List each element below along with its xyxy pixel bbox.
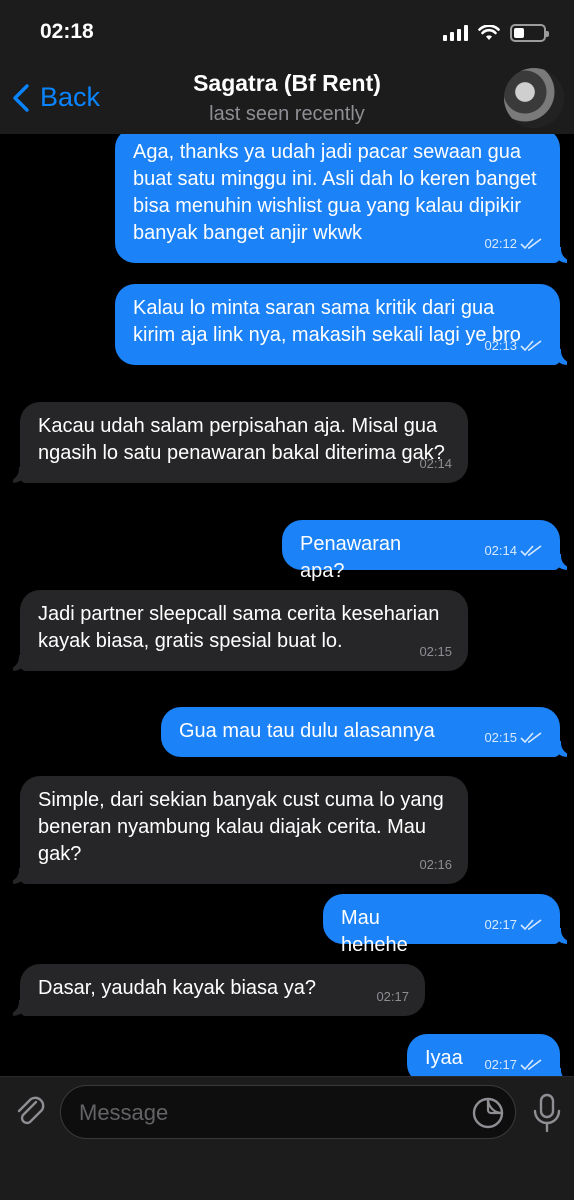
composer-bar: Message bbox=[0, 1076, 574, 1200]
message-text: Kacau udah salam perpisahan aja. Misal g… bbox=[38, 415, 445, 464]
message-text: Jadi partner sleepcall sama cerita keseh… bbox=[38, 603, 440, 652]
wifi-icon bbox=[478, 25, 500, 40]
microphone-icon[interactable] bbox=[532, 1093, 562, 1133]
message-meta: 02:17 bbox=[484, 911, 542, 938]
message-time: 02:17 bbox=[484, 917, 517, 932]
bubble-tail bbox=[7, 651, 27, 671]
message-text: Kalau lo minta saran sama kritik dari gu… bbox=[133, 297, 521, 346]
avatar[interactable] bbox=[504, 68, 564, 128]
bubble-tail bbox=[553, 345, 573, 365]
bubble-tail bbox=[553, 737, 573, 757]
message-bubble-outgoing[interactable]: Mau hehehe 02:17 bbox=[323, 894, 573, 956]
message-time: 02:12 bbox=[484, 236, 517, 251]
message-time: 02:14 bbox=[484, 543, 517, 558]
message-bubble-outgoing[interactable]: Gua mau tau dulu alasannya 02:15 bbox=[161, 707, 573, 757]
message-text: Aga, thanks ya udah jadi pacar sewaan gu… bbox=[133, 141, 537, 244]
message-time: 02:14 bbox=[419, 456, 452, 471]
message-time: 02:13 bbox=[484, 338, 517, 353]
chat-header: Back Sagatra (Bf Rent) last seen recentl… bbox=[0, 62, 574, 134]
chat-title[interactable]: Sagatra (Bf Rent) bbox=[0, 70, 574, 97]
message-meta: 02:14 bbox=[419, 450, 452, 477]
message-meta: 02:16 bbox=[419, 851, 452, 878]
message-text: Dasar, yaudah kayak biasa ya? bbox=[38, 977, 316, 999]
message-meta: 02:15 bbox=[419, 638, 452, 665]
message-bubble-incoming[interactable]: Kacau udah salam perpisahan aja. Misal g… bbox=[7, 402, 468, 483]
message-time: 02:15 bbox=[484, 730, 517, 745]
message-bubble-incoming[interactable]: Simple, dari sekian banyak cust cuma lo … bbox=[7, 776, 468, 884]
message-input[interactable]: Message bbox=[60, 1085, 516, 1139]
message-meta: 02:17 bbox=[484, 1051, 542, 1076]
message-bubble-outgoing[interactable]: Iyaa 02:17 bbox=[407, 1034, 573, 1076]
message-bubble-outgoing[interactable]: Penawaran apa? 02:14 bbox=[282, 520, 573, 582]
message-meta: 02:14 bbox=[484, 537, 542, 564]
paperclip-icon[interactable] bbox=[12, 1093, 50, 1131]
bubble-tail bbox=[553, 1064, 573, 1076]
read-checkmarks-icon bbox=[520, 544, 542, 556]
message-meta: 02:17 bbox=[376, 983, 409, 1010]
bubble-tail bbox=[553, 550, 573, 570]
bubble-tail bbox=[7, 864, 27, 884]
read-checkmarks-icon bbox=[520, 237, 542, 249]
status-bar: 02:18 bbox=[0, 0, 574, 62]
read-checkmarks-icon bbox=[520, 339, 542, 351]
bubble-tail bbox=[7, 996, 27, 1016]
sticker-icon[interactable] bbox=[471, 1096, 505, 1130]
cellular-signal-icon bbox=[443, 25, 468, 41]
message-meta: 02:13 bbox=[484, 332, 542, 359]
message-time: 02:17 bbox=[484, 1057, 517, 1072]
read-checkmarks-icon bbox=[520, 918, 542, 930]
message-text: Gua mau tau dulu alasannya bbox=[179, 720, 435, 742]
message-text: Penawaran apa? bbox=[300, 533, 402, 582]
message-list[interactable]: Aga, thanks ya udah jadi pacar sewaan gu… bbox=[0, 134, 574, 1076]
bubble-tail bbox=[553, 243, 573, 263]
status-icons bbox=[443, 22, 549, 44]
message-bubble-incoming[interactable]: Dasar, yaudah kayak biasa ya? 02:17 bbox=[7, 964, 425, 1016]
status-time: 02:18 bbox=[40, 20, 94, 43]
message-time: 02:16 bbox=[419, 857, 452, 872]
message-text: Simple, dari sekian banyak cust cuma lo … bbox=[38, 789, 444, 865]
read-checkmarks-icon bbox=[520, 731, 542, 743]
message-bubble-incoming[interactable]: Jadi partner sleepcall sama cerita keseh… bbox=[7, 590, 468, 671]
message-meta: 02:15 bbox=[484, 724, 542, 751]
message-bubble-outgoing[interactable]: Aga, thanks ya udah jadi pacar sewaan gu… bbox=[115, 134, 573, 263]
message-text: Mau hehehe bbox=[341, 907, 408, 956]
read-checkmarks-icon bbox=[520, 1058, 542, 1070]
battery-icon bbox=[510, 24, 549, 42]
message-bubble-outgoing[interactable]: Kalau lo minta saran sama kritik dari gu… bbox=[115, 284, 573, 365]
bubble-tail bbox=[7, 463, 27, 483]
message-meta: 02:12 bbox=[484, 230, 542, 257]
message-time: 02:17 bbox=[376, 989, 409, 1004]
message-placeholder: Message bbox=[79, 1100, 169, 1125]
message-text: Iyaa bbox=[425, 1047, 463, 1069]
chat-status: last seen recently bbox=[209, 103, 365, 125]
message-time: 02:15 bbox=[419, 644, 452, 659]
bubble-tail bbox=[553, 924, 573, 944]
